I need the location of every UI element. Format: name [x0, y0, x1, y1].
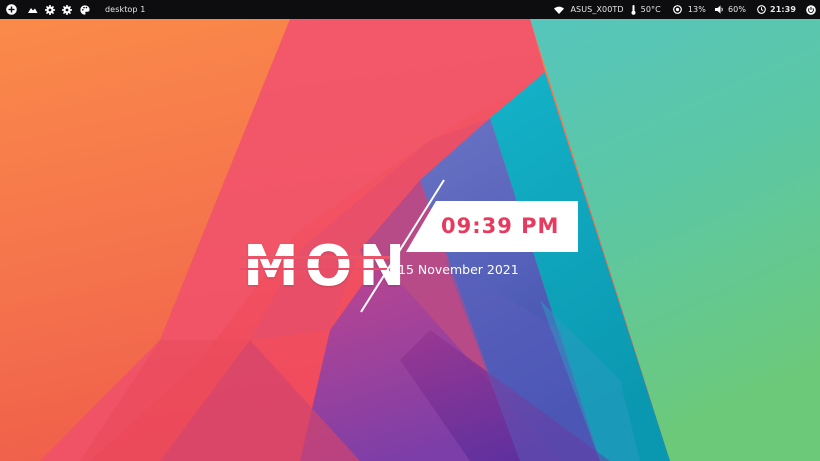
clock-widget: MON 09:39 PM 15 November 2021 [0, 0, 820, 461]
power-icon[interactable] [806, 0, 816, 19]
clock-icon [756, 0, 766, 19]
volume-level[interactable]: 60% [728, 5, 746, 14]
top-bar: desktop 1 ASUS_X00TD 50°C 13% 60% 21:39 [0, 0, 820, 19]
thermometer-icon [631, 0, 637, 19]
network-name: ASUS_X00TD [570, 5, 624, 14]
workspace-label[interactable]: desktop 1 [105, 5, 145, 14]
date-display: 15 November 2021 [398, 262, 519, 277]
plus-circle-icon[interactable] [5, 0, 17, 19]
gear-icon[interactable] [44, 0, 56, 19]
cpu-usage: 13% [687, 5, 706, 14]
clock-time[interactable]: 21:39 [770, 5, 796, 14]
speaker-icon[interactable] [714, 0, 724, 19]
gear-icon[interactable] [61, 0, 73, 19]
temperature-value: 50°C [640, 5, 661, 14]
time-display: 09:39 PM [441, 214, 560, 238]
cloud-icon[interactable] [26, 0, 38, 19]
cpu-icon [672, 0, 682, 19]
palette-icon[interactable] [79, 0, 91, 19]
wifi-icon[interactable] [554, 0, 565, 19]
